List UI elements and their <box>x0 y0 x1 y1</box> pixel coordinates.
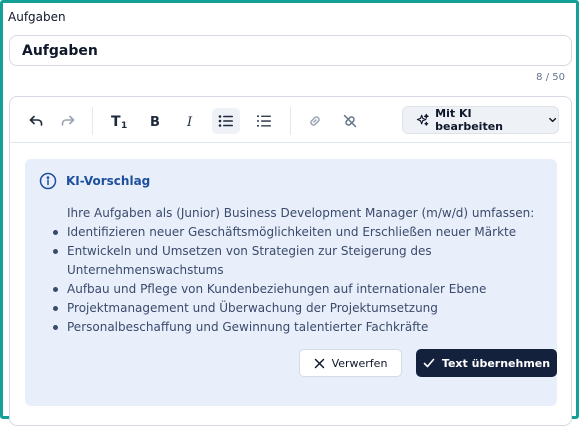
italic-button[interactable]: I <box>176 108 204 134</box>
bold-icon: B <box>150 115 160 128</box>
ai-suggestion-panel: KI-Vorschlag Ihre Aufgaben als (Junior) … <box>25 159 557 406</box>
list-item: Aufbau und Pflege von Kundenbeziehungen … <box>53 280 537 299</box>
unlink-icon <box>343 114 357 128</box>
suggestion-intro: Ihre Aufgaben als (Junior) Business Deve… <box>67 206 535 220</box>
ordered-list-icon <box>257 115 271 127</box>
heading-button[interactable]: T 1 <box>106 108 134 134</box>
svg-text:I: I <box>186 115 193 128</box>
list-item: Projektmanagement und Überwachung der Pr… <box>53 299 537 318</box>
svg-text:1: 1 <box>121 121 127 129</box>
list-item: Personalbeschaffung und Gewinnung talent… <box>53 318 537 337</box>
discard-button[interactable]: Verwerfen <box>299 349 402 377</box>
toolbar-divider <box>92 107 93 135</box>
suggestion-header: KI-Vorschlag <box>39 172 150 190</box>
ordered-list-button[interactable] <box>250 108 278 134</box>
bullet-list-button[interactable] <box>212 108 240 134</box>
link-icon <box>310 116 320 126</box>
heading-icon: T 1 <box>111 114 127 129</box>
ai-edit-label: Mit KI bearbeiten <box>435 107 503 133</box>
italic-icon: I <box>186 115 193 128</box>
bullet-list-icon <box>218 115 233 127</box>
editor-toolbar: T 1 B I Mit KI bearbeiten <box>10 97 571 143</box>
list-item: Entwickeln und Umsetzen von Strategien z… <box>53 242 537 280</box>
svg-text:T: T <box>111 114 121 129</box>
rich-text-editor: T 1 B I Mit KI bearbeiten KI-Vorschlag I… <box>9 96 572 426</box>
chevron-down-icon <box>548 117 556 123</box>
ai-edit-button[interactable]: Mit KI bearbeiten <box>402 106 559 134</box>
link-button[interactable] <box>301 108 329 134</box>
suggestion-list: Identifizieren neuer Geschäftsmöglichkei… <box>53 223 537 337</box>
page-frame: Aufgaben 8 / 50 T 1 <box>0 0 579 426</box>
accept-text-button[interactable]: Text übernehmen <box>416 349 557 377</box>
character-counter: 8 / 50 <box>536 72 565 83</box>
suggestion-text: Ihre Aufgaben als (Junior) Business Deve… <box>53 204 537 337</box>
suggestion-title: KI-Vorschlag <box>66 174 151 188</box>
list-item: Identifizieren neuer Geschäftsmöglichkei… <box>53 223 537 242</box>
accept-label: Text übernehmen <box>441 356 551 370</box>
info-icon <box>39 172 57 190</box>
redo-button[interactable] <box>54 108 82 134</box>
undo-button[interactable] <box>22 108 50 134</box>
undo-icon <box>29 115 43 126</box>
close-icon <box>314 358 324 368</box>
unlink-button[interactable] <box>336 108 364 134</box>
title-input[interactable] <box>9 35 572 66</box>
discard-label: Verwerfen <box>331 356 388 370</box>
bold-button[interactable]: B <box>141 108 169 134</box>
field-label: Aufgaben <box>8 10 66 24</box>
sparkles-icon <box>416 113 429 126</box>
redo-icon <box>61 115 75 126</box>
check-icon <box>423 358 435 368</box>
toolbar-divider <box>290 107 291 135</box>
svg-text:B: B <box>150 115 160 128</box>
